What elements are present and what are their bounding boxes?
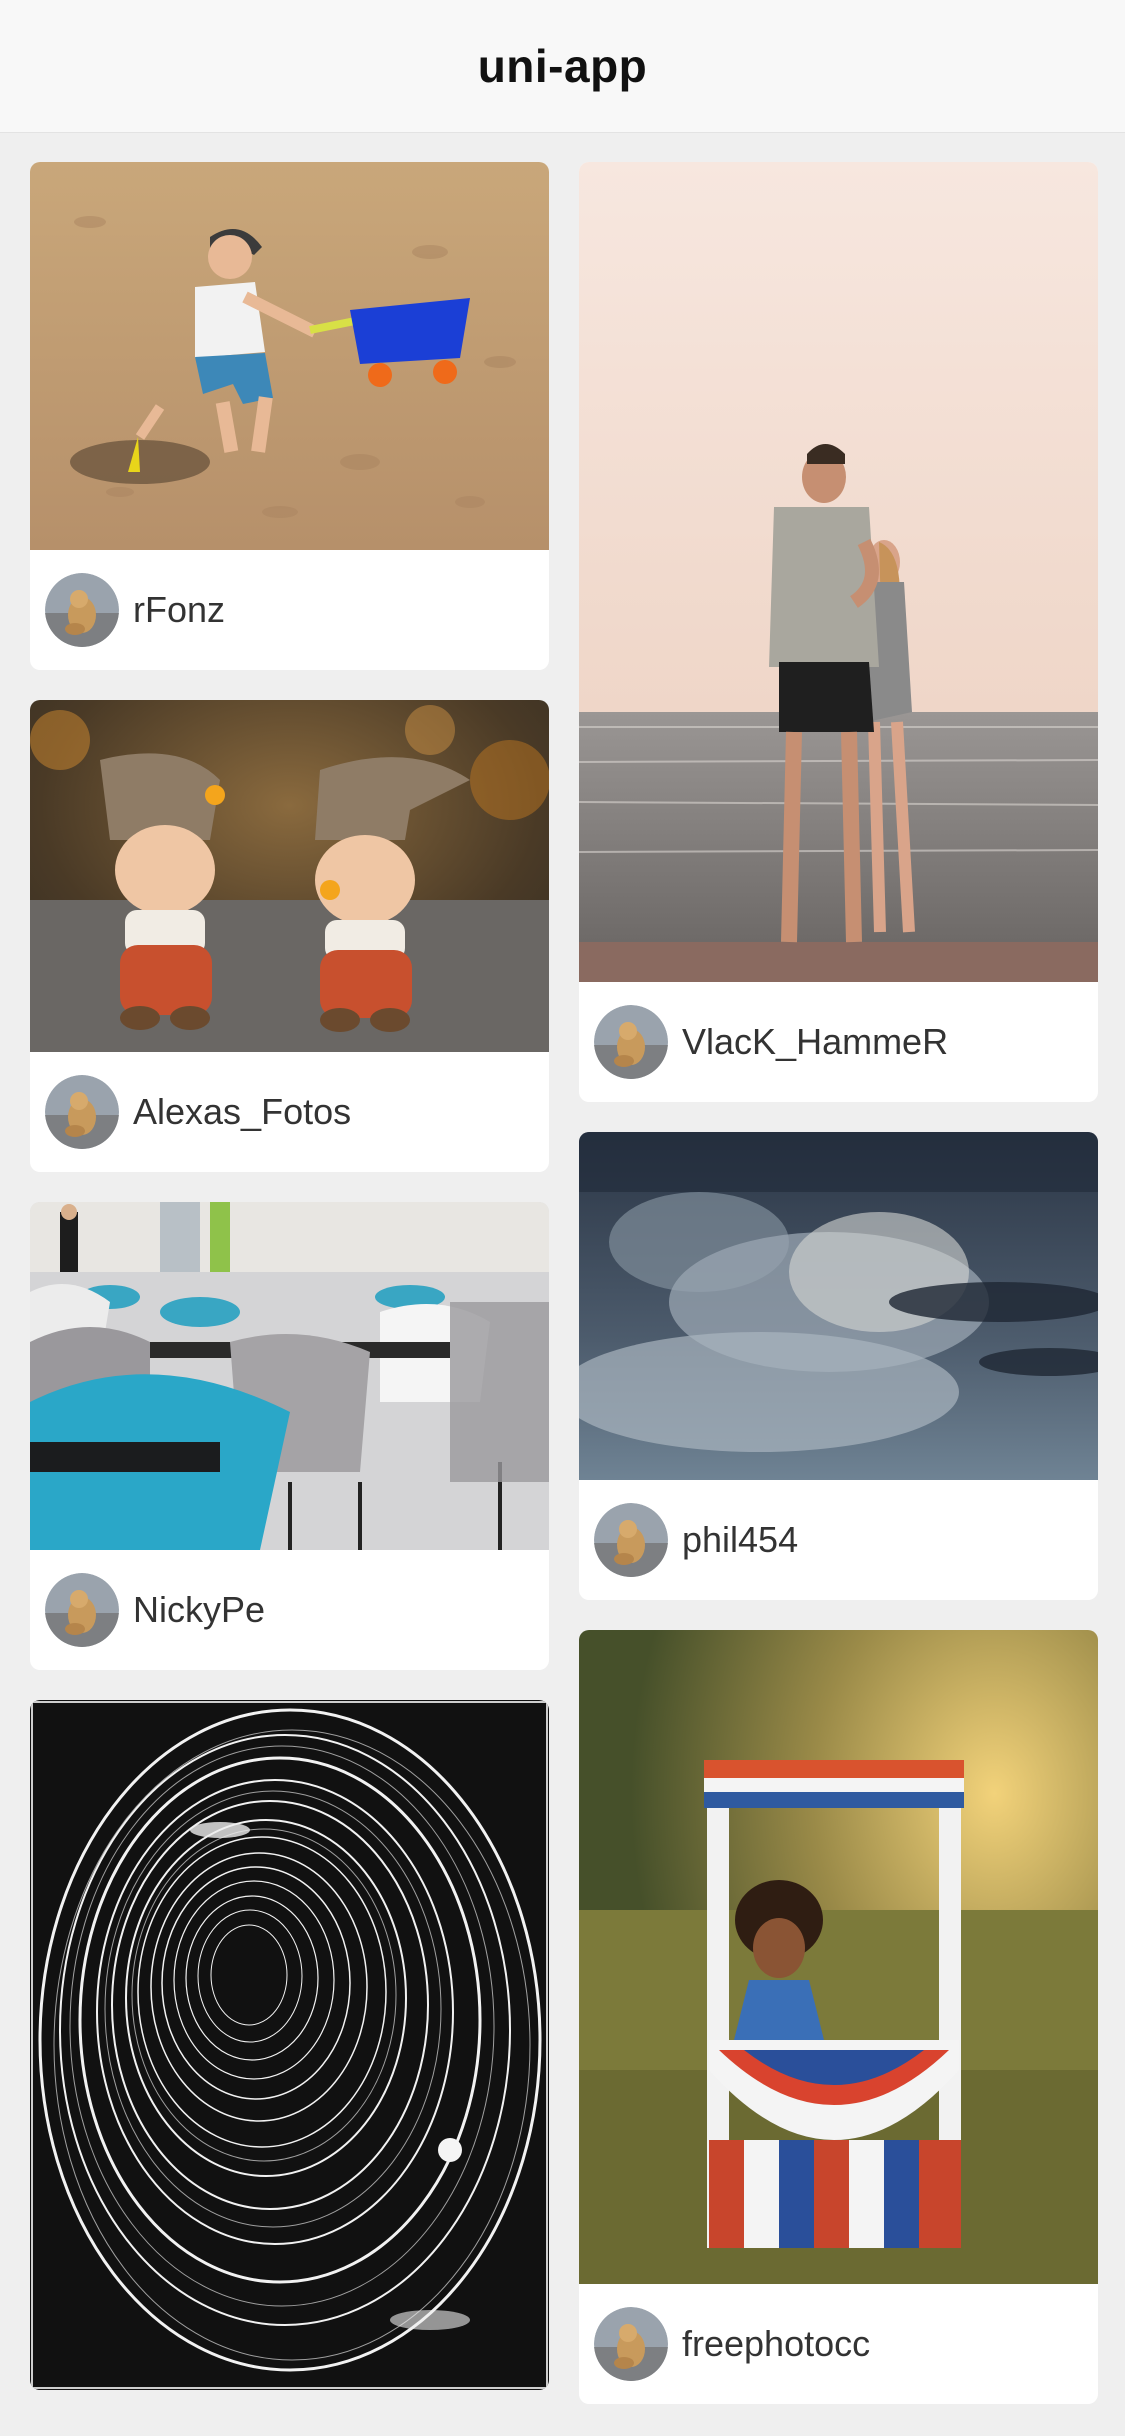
photo-couple-by-sea[interactable] [579,162,1098,982]
feed-column-right: VlacK_HammeR phil454 freephotocc [579,162,1098,2434]
photo-card[interactable]: freephotocc [579,1630,1098,2404]
photo-card[interactable]: rFonz [30,162,549,670]
photo-card[interactable]: Alexas_Fotos [30,700,549,1172]
author-name: rFonz [133,589,226,630]
author-row[interactable]: VlacK_HammeR [579,982,1098,1102]
avatar [45,1573,119,1647]
author-name: NickyPe [133,1589,266,1630]
photo-cafe-chairs[interactable] [30,1202,549,1550]
avatar [594,1005,668,1079]
photo-stormy-clouds[interactable] [579,1132,1098,1480]
photo-card[interactable]: VlacK_HammeR [579,162,1098,1102]
photo-gnome-figurines[interactable] [30,700,549,1052]
author-row[interactable]: Alexas_Fotos [30,1052,549,1172]
photo-lemonade-stand[interactable] [579,1630,1098,2284]
photo-vortex[interactable] [30,1700,549,2390]
page-title: uni-app [477,40,648,92]
avatar [45,573,119,647]
author-row[interactable]: phil454 [579,1480,1098,1600]
author-name: phil454 [682,1519,799,1560]
avatar [45,1075,119,1149]
navigation-bar: uni-app [0,0,1125,133]
author-row[interactable]: freephotocc [579,2284,1098,2404]
photo-card[interactable]: NickyPe [30,1202,549,1670]
avatar [594,1503,668,1577]
photo-boy-with-wagon[interactable] [30,162,549,550]
avatar [594,2307,668,2381]
feed-column-left: rFonz Alexas_Fotos NickyPe [30,162,549,2420]
author-row[interactable]: NickyPe [30,1550,549,1670]
author-row[interactable]: rFonz [30,550,549,670]
author-name: VlacK_HammeR [682,1021,949,1062]
author-name: Alexas_Fotos [133,1091,352,1132]
photo-card[interactable]: phil454 [579,1132,1098,1600]
photo-card[interactable] [30,1700,549,2390]
author-name: freephotocc [682,2323,871,2364]
